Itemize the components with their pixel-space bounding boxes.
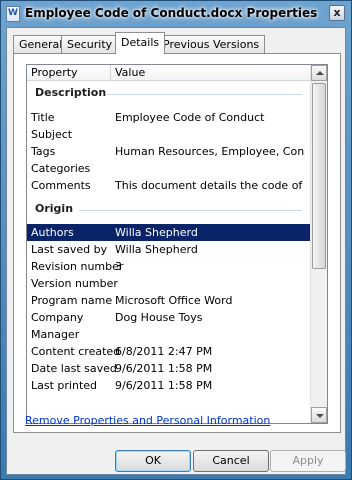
property-value: Microsoft Office Word (115, 294, 233, 307)
property-name: Company (31, 311, 84, 324)
ok-button[interactable]: OK (115, 450, 191, 472)
group-divider (107, 94, 302, 95)
property-value: Human Resources, Employee, Cond... (115, 145, 305, 158)
close-button[interactable]: x (329, 5, 345, 21)
property-name: Comments (31, 179, 91, 192)
details-panel: Property Value Description Title Employe… (13, 53, 341, 433)
list-item[interactable]: Comments This document details the code … (27, 177, 310, 194)
list-item[interactable]: Date last saved 9/6/2011 1:58 PM (27, 360, 310, 377)
list-item[interactable]: Last printed 9/6/2011 1:58 PM (27, 377, 310, 394)
remove-properties-link[interactable]: Remove Properties and Personal Informati… (25, 414, 270, 427)
word-document-icon (6, 6, 20, 22)
tab-previous-versions[interactable]: Previous Versions (157, 35, 266, 54)
list-item-selected[interactable]: Authors Willa Shepherd (27, 224, 310, 241)
list-item[interactable]: Company Dog House Toys (27, 309, 310, 326)
scroll-thumb[interactable] (312, 83, 326, 269)
group-label-description: Description (35, 86, 107, 99)
list-item[interactable]: Title Employee Code of Conduct (27, 109, 310, 126)
property-value: 6/8/2011 2:47 PM (115, 345, 213, 358)
list-item[interactable]: Last saved by Willa Shepherd (27, 241, 310, 258)
property-name: Last printed (31, 379, 98, 392)
column-header-value[interactable]: Value (111, 65, 310, 81)
property-name: Last saved by (31, 243, 108, 256)
tab-details[interactable]: Details (115, 32, 166, 54)
property-name: Revision number (31, 260, 124, 273)
list-item[interactable]: Subject (27, 126, 310, 143)
list-item[interactable]: Tags Human Resources, Employee, Cond... (27, 143, 310, 160)
property-name: Categories (31, 162, 91, 175)
property-name: Date last saved (31, 362, 117, 375)
property-value: Willa Shepherd (115, 226, 198, 239)
title-bar[interactable]: Employee Code of Conduct.docx Properties… (1, 1, 351, 27)
property-name: Content created (31, 345, 121, 358)
list-item[interactable]: Manager (27, 326, 310, 343)
group-divider (79, 210, 302, 211)
group-label-origin: Origin (35, 202, 74, 215)
property-name: Tags (31, 145, 56, 158)
group-description: Description (27, 84, 310, 104)
properties-list[interactable]: Property Value Description Title Employe… (26, 64, 328, 424)
group-origin: Origin (27, 200, 310, 220)
list-header: Property Value (27, 65, 310, 81)
property-name: Version number (31, 277, 118, 290)
list-item[interactable]: Content created 6/8/2011 2:47 PM (27, 343, 310, 360)
scroll-up-arrow-icon[interactable] (311, 65, 327, 81)
scroll-down-arrow-icon[interactable] (311, 407, 327, 423)
property-name: Program name (31, 294, 113, 307)
tab-security[interactable]: Security (61, 35, 119, 54)
list-item[interactable]: Categories (27, 160, 310, 177)
properties-dialog: Employee Code of Conduct.docx Properties… (0, 0, 352, 480)
property-value: This document details the code of c... (115, 179, 305, 192)
column-header-property[interactable]: Property (27, 65, 111, 81)
property-name: Subject (31, 128, 73, 141)
property-name: Title (31, 111, 55, 124)
property-value: 3 (115, 260, 122, 273)
list-item[interactable]: Program name Microsoft Office Word (27, 292, 310, 309)
property-value: 9/6/2011 1:58 PM (115, 379, 213, 392)
list-item[interactable]: Version number (27, 275, 310, 292)
property-name: Manager (31, 328, 80, 341)
apply-button[interactable]: Apply (270, 450, 346, 472)
dialog-body: General Security Details Previous Versio… (6, 27, 346, 475)
list-item[interactable]: Revision number 3 (27, 258, 310, 275)
property-value: Willa Shepherd (115, 243, 198, 256)
window-title: Employee Code of Conduct.docx Properties (25, 6, 318, 20)
property-value: Dog House Toys (115, 311, 203, 324)
cancel-button[interactable]: Cancel (193, 450, 269, 472)
property-value: Employee Code of Conduct (115, 111, 265, 124)
list-body: Description Title Employee Code of Condu… (27, 82, 310, 423)
vertical-scrollbar[interactable] (310, 65, 327, 423)
property-name: Authors (31, 226, 74, 239)
property-value: 9/6/2011 1:58 PM (115, 362, 213, 375)
